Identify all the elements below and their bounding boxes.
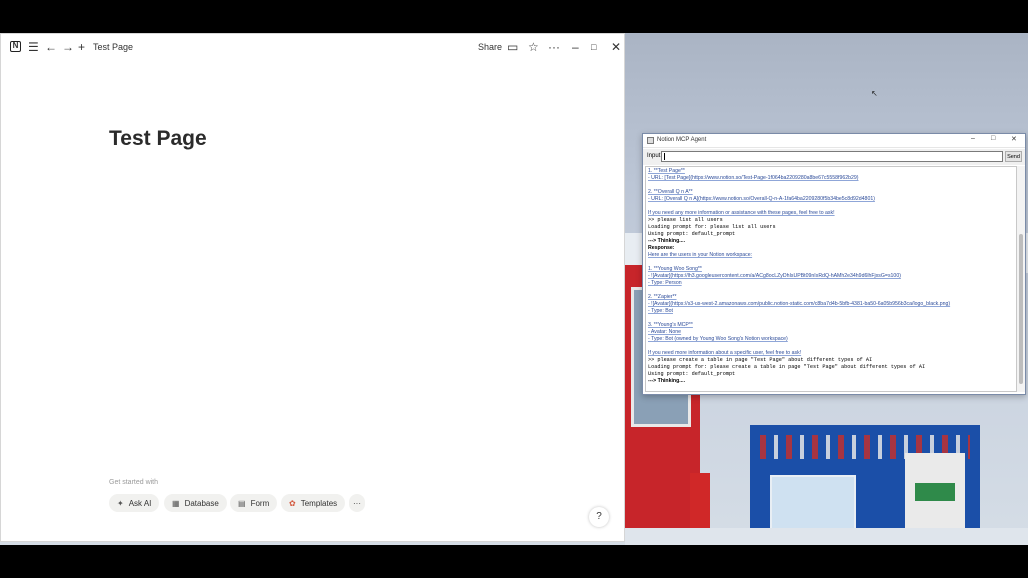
output-line: - Type: Person xyxy=(648,280,682,286)
output-line: If you need more information about a spe… xyxy=(648,350,802,356)
comments-icon[interactable]: ▭ xyxy=(507,41,518,53)
help-icon[interactable]: ? xyxy=(589,507,609,527)
output-line: - Type: Bot (owned by Young Woo Song's N… xyxy=(648,336,788,342)
input-label: Input: xyxy=(647,153,663,159)
wallpaper-red-panel xyxy=(690,473,710,533)
notion-titlebar: N ☰ ← → + Test Page Share ▭ ☆ ··· – □ ✕ xyxy=(1,34,624,60)
minimize-icon[interactable]: – xyxy=(572,41,579,53)
maximize-icon[interactable]: □ xyxy=(991,135,995,142)
output-line: If you need any more information or assi… xyxy=(648,210,835,216)
mouse-cursor-icon: ↖ xyxy=(871,89,878,98)
agent-output-log[interactable]: 1. **Test Page** - URL: [Test Page](http… xyxy=(645,166,1017,392)
chip-label: Database xyxy=(184,498,219,508)
more-chip[interactable]: ··· xyxy=(349,494,365,512)
output-line: Response: xyxy=(648,245,675,251)
agent-titlebar: Notion MCP Agent – □ ✕ xyxy=(643,134,1025,148)
output-line: 2. **Overall Q n A** xyxy=(648,189,693,195)
mcp-agent-window: Notion MCP Agent – □ ✕ Input: Send 1. **… xyxy=(642,133,1026,395)
templates-chip[interactable]: ✿ Templates xyxy=(281,494,346,512)
output-line: 1. **Young Woo Song** xyxy=(648,266,702,272)
table-icon: ▦ xyxy=(172,498,180,508)
output-line: >> please create a table in page "Test P… xyxy=(648,357,873,363)
templates-icon: ✿ xyxy=(289,498,296,508)
breadcrumb[interactable]: Test Page xyxy=(93,42,133,52)
output-line: 1. **Test Page** xyxy=(648,168,685,174)
page-title[interactable]: Test Page xyxy=(109,127,207,151)
new-page-plus-icon[interactable]: + xyxy=(78,41,85,53)
notion-window: N ☰ ← → + Test Page Share ▭ ☆ ··· – □ ✕ … xyxy=(0,33,625,542)
output-line: - ![Avatar](https://s3-us-west-2.amazona… xyxy=(648,301,951,307)
output-line: - URL: [Overall Q n A](https://www.notio… xyxy=(648,196,875,202)
chip-label: Ask AI xyxy=(128,498,152,508)
menu-icon[interactable]: ☰ xyxy=(28,41,39,53)
app-icon xyxy=(647,137,654,144)
output-line: Here are the users in your Notion worksp… xyxy=(648,252,753,258)
notion-logo-icon: N xyxy=(10,41,21,52)
agent-input-row: Input: Send xyxy=(643,149,1025,165)
output-line: - Avatar: None xyxy=(648,329,682,335)
output-line: >> please list all users xyxy=(648,217,723,223)
output-line: 3. **Young's MCP** xyxy=(648,322,693,328)
agent-window-title: Notion MCP Agent xyxy=(657,137,707,143)
text-caret xyxy=(664,153,665,160)
output-line: Using prompt: default_prompt xyxy=(648,371,736,377)
wallpaper-ground xyxy=(625,528,1028,545)
output-line: Loading prompt for: please create a tabl… xyxy=(648,364,926,370)
output-line: - URL: [Test Page](https://www.notion.so… xyxy=(648,175,859,181)
scrollbar-thumb[interactable] xyxy=(1019,234,1023,384)
output-line: ---> Thinking.... xyxy=(648,378,686,384)
minimize-icon[interactable]: – xyxy=(971,135,975,142)
chip-label: Form xyxy=(250,498,270,508)
output-line: - ![Avatar](https://lh3.googleuserconten… xyxy=(648,273,901,279)
share-button[interactable]: Share xyxy=(478,42,502,52)
output-line: - Type: Bot xyxy=(648,308,673,314)
chip-label: Templates xyxy=(300,498,338,508)
close-icon[interactable]: ✕ xyxy=(1011,135,1017,143)
output-line: 2. **Zapier** xyxy=(648,294,677,300)
desktop: ↖ N ☰ ← → + Test Page Share ▭ ☆ ··· – □ … xyxy=(0,0,1028,578)
ask-ai-chip[interactable]: ✦ Ask AI xyxy=(109,494,160,512)
get-started-label: Get started with xyxy=(109,479,159,486)
database-chip[interactable]: ▦ Database xyxy=(164,494,227,512)
output-line: ---> Thinking.... xyxy=(648,238,686,244)
output-line: Loading prompt for: please list all user… xyxy=(648,224,776,230)
sparkle-icon: ✦ xyxy=(117,498,124,508)
agent-input-field[interactable] xyxy=(661,151,1003,162)
back-arrow-icon[interactable]: ← xyxy=(45,41,57,53)
form-chip[interactable]: ▤ Form xyxy=(230,494,278,512)
output-scrollbar[interactable] xyxy=(1017,166,1025,392)
output-line: Using prompt: default_prompt xyxy=(648,231,736,237)
favorite-star-icon[interactable]: ☆ xyxy=(528,41,539,53)
close-icon[interactable]: ✕ xyxy=(611,41,621,53)
maximize-icon[interactable]: □ xyxy=(591,41,596,53)
more-options-icon[interactable]: ··· xyxy=(548,41,560,53)
forward-arrow-icon[interactable]: → xyxy=(62,41,74,53)
send-button[interactable]: Send xyxy=(1005,151,1022,162)
form-icon: ▤ xyxy=(238,498,246,508)
